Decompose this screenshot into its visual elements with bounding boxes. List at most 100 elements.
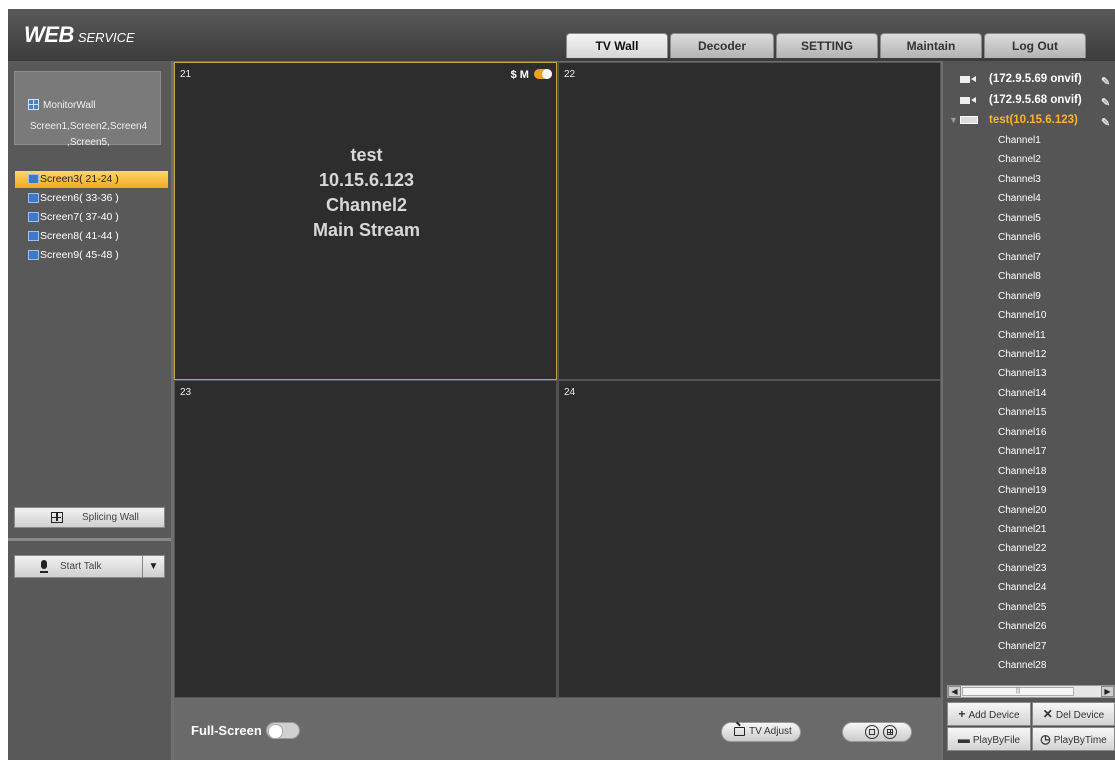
tab-tv-wall[interactable]: TV Wall [566,33,668,58]
scroll-left-arrow[interactable]: ◀ [948,686,961,697]
channel-item[interactable]: Channel3 [998,172,1041,188]
channel-item[interactable]: Channel15 [998,405,1046,421]
tv-icon [734,727,745,736]
device-item-onvif-69[interactable]: (172.9.5.69 onvif) ✎ [943,70,1115,88]
horizontal-scrollbar[interactable]: ◀ ||| ▶ [947,685,1115,698]
channel-item[interactable]: Channel24 [998,580,1046,596]
channel-item[interactable]: Channel1 [998,133,1041,149]
tab-maintain[interactable]: Maintain [880,33,982,58]
screen-icon [28,174,39,184]
splicing-wall-button[interactable]: Splicing Wall [14,507,165,528]
monitor-wall-group[interactable]: MonitorWall Screen1,Screen2,Screen4 ,Scr… [14,71,161,148]
quad-window-icon [887,729,893,735]
folder-icon: ▬ [957,732,970,746]
edit-pencil-icon[interactable]: ✎ [1101,73,1110,88]
channel-item[interactable]: Channel18 [998,464,1046,480]
channel-item[interactable]: Channel20 [998,503,1046,519]
tv-adjust-button[interactable]: TV Adjust [721,722,801,742]
edit-pencil-icon[interactable]: ✎ [1101,94,1110,109]
stream-device-ip: 10.15.6.123 [318,170,415,190]
play-by-time-button[interactable]: ◷ PlayByTime [1032,727,1115,751]
camera-icon [960,76,976,83]
microphone-icon [40,560,48,573]
play-by-file-button[interactable]: ▬ PlayByFile [947,727,1031,751]
channel-item[interactable]: Channel6 [998,230,1041,246]
channel-item[interactable]: Channel23 [998,561,1046,577]
bottom-toolbar: Full-Screen TV Adjust [174,698,941,760]
clock-icon: ◷ [1040,732,1051,746]
play-by-file-label: PlayByFile [972,735,1021,746]
channel-item[interactable]: Channel22 [998,541,1046,557]
screen-icon [28,231,39,241]
screen-item-screen6[interactable]: Screen6( 33-36 ) [15,190,168,207]
screen-icon [28,250,39,260]
device-label: (172.9.5.68 onvif) [989,94,1082,106]
channel-item[interactable]: Channel27 [998,639,1046,655]
tab-decoder[interactable]: Decoder [670,33,774,58]
channel-item[interactable]: Channel26 [998,619,1046,635]
edit-pencil-icon[interactable]: ✎ [1101,114,1110,129]
channel-item[interactable]: Channel25 [998,600,1046,616]
tab-log-out[interactable]: Log Out [984,33,1086,58]
channel-item[interactable]: Channel9 [998,289,1041,305]
scroll-right-arrow[interactable]: ▶ [1101,686,1114,697]
device-item-onvif-68[interactable]: (172.9.5.68 onvif) ✎ [943,91,1115,109]
logo-sub: SERVICE [77,30,135,45]
channel-item[interactable]: Channel14 [998,386,1046,402]
tv-adjust-label: TV Adjust [749,726,792,737]
channel-item[interactable]: Channel7 [998,250,1041,266]
fullscreen-label: Full-Screen [191,723,262,738]
screen-item-screen3[interactable]: Screen3( 21-24 ) [15,171,168,188]
cell-toggle-switch[interactable] [534,69,552,79]
channel-item[interactable]: Channel21 [998,522,1046,538]
grid-icon [28,99,39,110]
app-window: WEB SERVICE TV Wall Decoder SETTING Maint… [8,9,1115,760]
channel-item[interactable]: Channel19 [998,483,1046,499]
main-stream-indicator[interactable]: M [520,69,529,81]
del-device-button[interactable]: ✕ Del Device [1032,702,1115,726]
splicing-wall-label: Splicing Wall [82,512,139,523]
screen-icon [28,212,39,222]
channel-item[interactable]: Channel13 [998,366,1046,382]
quad-layout-button[interactable] [883,725,897,739]
screen-item-screen9[interactable]: Screen9( 45-48 ) [15,247,168,264]
channel-item[interactable]: Channel11 [998,328,1046,344]
screen-item-label: Screen7( 37-40 ) [40,211,119,223]
device-label: test(10.15.6.123) [989,114,1078,126]
tab-setting[interactable]: SETTING [776,33,878,58]
cell-number: 21 [180,69,192,80]
expand-arrow-icon[interactable]: ▼ [949,111,958,129]
stream-type: Main Stream [312,220,421,240]
screen-item-label: Screen9( 45-48 ) [40,249,119,261]
fullscreen-toggle[interactable] [266,722,301,739]
video-cell-22[interactable]: 22 [558,62,941,380]
start-talk-button[interactable]: Start Talk ▼ [14,555,165,578]
channel-item[interactable]: Channel8 [998,269,1041,285]
monitor-wall-title: MonitorWall [28,99,95,111]
screen-item-screen8[interactable]: Screen8( 41-44 ) [15,228,168,245]
single-layout-button[interactable] [865,725,879,739]
stream-source-icon[interactable]: $ [511,69,517,81]
channel-item[interactable]: Channel17 [998,444,1046,460]
talk-dropdown-arrow[interactable]: ▼ [142,556,164,577]
channel-item[interactable]: Channel5 [998,211,1041,227]
play-by-time-label: PlayByTime [1053,735,1107,746]
screen-item-label: Screen8( 41-44 ) [40,230,119,242]
add-device-button[interactable]: + Add Device [947,702,1031,726]
screen-item-screen7[interactable]: Screen7( 37-40 ) [15,209,168,226]
device-item-test[interactable]: ▼ test(10.15.6.123) ✎ [943,111,1115,129]
splicing-grid-icon [51,512,63,523]
monitor-wall-screens: Screen1,Screen2,Screen4 ,Screen5, [15,119,162,151]
channel-item[interactable]: Channel2 [998,152,1041,168]
video-cell-23[interactable]: 23 [174,380,557,698]
logo-main: WEB [24,22,74,47]
cell-number: 23 [180,387,192,398]
channel-item[interactable]: Channel28 [998,658,1046,674]
channel-item[interactable]: Channel10 [998,308,1046,324]
video-cell-24[interactable]: 24 [558,380,941,698]
channel-item[interactable]: Channel4 [998,191,1041,207]
video-cell-21[interactable]: 21 $ M test 10.15.6.123 Channel2 Main St… [174,62,557,380]
channel-item[interactable]: Channel16 [998,425,1046,441]
scroll-thumb[interactable]: ||| [962,687,1074,696]
channel-item[interactable]: Channel12 [998,347,1046,363]
